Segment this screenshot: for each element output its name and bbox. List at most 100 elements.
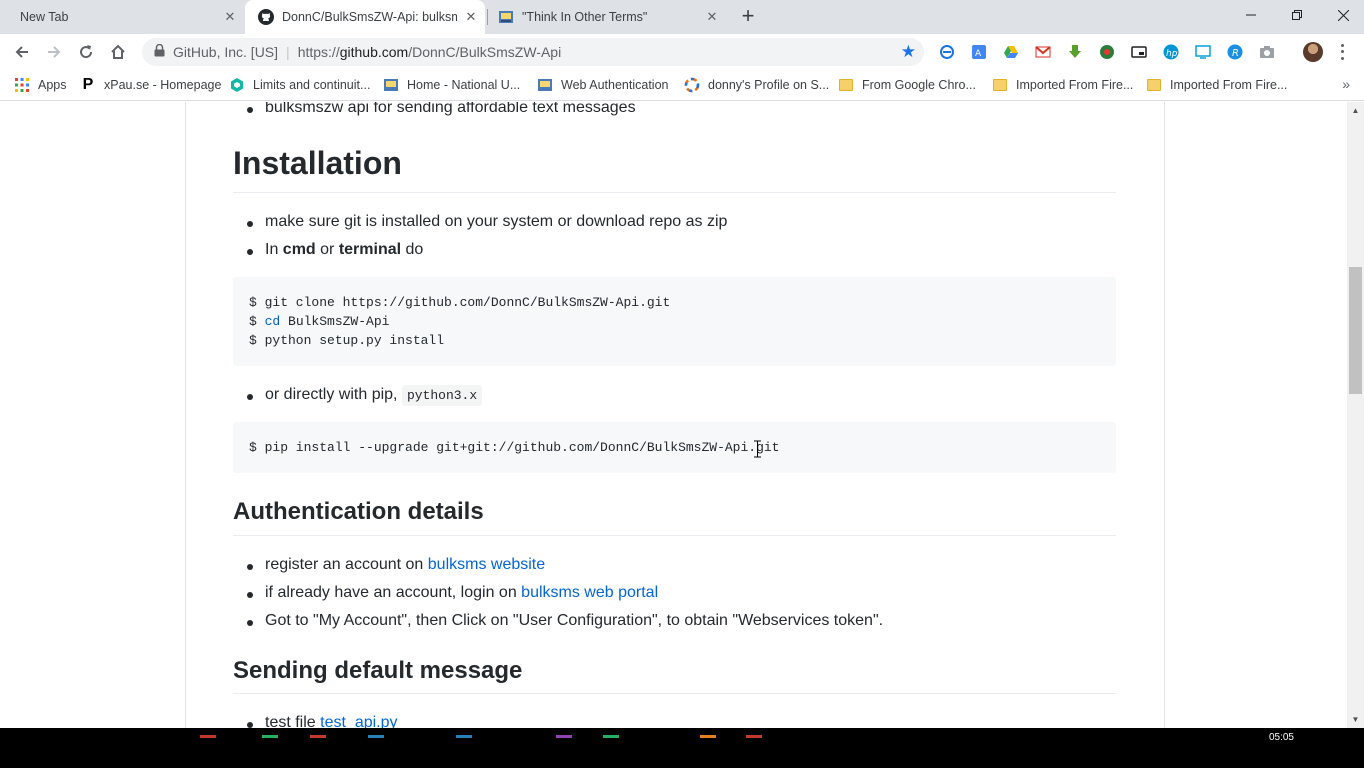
taskbar-clock[interactable]: 05:05: [1269, 732, 1294, 743]
p-logo-icon: P: [82, 76, 94, 93]
google-drive-icon[interactable]: [1001, 42, 1021, 62]
bookmark-star-icon[interactable]: ★: [901, 42, 916, 62]
heading-divider: [233, 535, 1116, 536]
hexagon-icon: [229, 77, 245, 93]
bookmark-national-u[interactable]: Home - National U...: [383, 76, 520, 94]
heading-installation: Installation: [233, 145, 402, 181]
taskbar-app-icon[interactable]: [262, 735, 278, 738]
translate-extension-icon[interactable]: A: [969, 42, 989, 62]
svg-text:A: A: [975, 49, 982, 59]
close-icon[interactable]: ✕: [222, 9, 238, 25]
tab-title: "Think In Other Terms": [522, 10, 648, 24]
scroll-up-arrow-icon[interactable]: ▲: [1347, 102, 1364, 119]
bookmark-label: Limits and continuit...: [253, 78, 371, 92]
code-block-install[interactable]: $ git clone https://github.com/DonnC/Bul…: [233, 277, 1116, 366]
bold-cmd: cmd: [282, 241, 316, 258]
bookmark-web-authentication[interactable]: Web Authentication: [537, 76, 668, 94]
code-prompt: $: [249, 314, 265, 329]
list-item: In cmd or terminal do: [246, 241, 424, 259]
list-item: register an account on bulksms website: [246, 556, 545, 574]
link-test-api[interactable]: test_api.py: [320, 714, 397, 728]
url-text[interactable]: https://github.com/DonnC/BulkSmsZW-Api: [298, 44, 562, 60]
taskbar-app-icon[interactable]: [746, 735, 762, 738]
camera-icon[interactable]: [1257, 42, 1277, 62]
bookmark-label: Apps: [38, 78, 67, 92]
taskbar-app-icon[interactable]: [200, 735, 216, 738]
hp-icon[interactable]: hp: [1161, 42, 1181, 62]
omnibox-divider: |: [286, 44, 290, 60]
tab-think-in-other-terms[interactable]: "Think In Other Terms" ✕: [488, 0, 726, 34]
taskbar-app-icon[interactable]: [556, 735, 572, 738]
list-item: Got to "My Account", then Click on "User…: [246, 612, 884, 630]
ring-icon: [684, 77, 700, 93]
bold-terminal: terminal: [338, 241, 402, 258]
url-path: /DonnC/BulkSmsZW-Api: [408, 44, 562, 60]
tab-github-repo[interactable]: DonnC/BulkSmsZW-Api: bulksms ✕: [245, 0, 485, 34]
taskbar-app-icon[interactable]: [700, 735, 716, 738]
bookmark-limits[interactable]: Limits and continuit...: [229, 76, 370, 94]
bookmark-label: From Google Chro...: [862, 78, 976, 92]
apps-grid-icon: [14, 77, 30, 93]
scroll-thumb[interactable]: [1349, 267, 1362, 394]
lock-icon[interactable]: [154, 43, 165, 60]
restore-button[interactable]: [1274, 0, 1320, 30]
link-bulksms-web-portal[interactable]: bulksms web portal: [521, 584, 658, 601]
taskbar-app-icon[interactable]: [603, 735, 619, 738]
home-button[interactable]: [106, 40, 130, 64]
taskbar-app-icon[interactable]: [456, 735, 472, 738]
tab-new-tab[interactable]: New Tab ✕: [8, 0, 244, 34]
list-item-text: Got to "My Account", then Click on "User…: [265, 612, 884, 629]
site-icon: [383, 77, 399, 93]
github-icon: [258, 9, 274, 25]
gmail-icon[interactable]: [1033, 42, 1053, 62]
bookmark-label: Imported From Fire...: [1170, 78, 1288, 92]
page-scrollbar[interactable]: ▲ ▼: [1347, 102, 1364, 728]
new-tab-button[interactable]: +: [736, 5, 760, 29]
folder-icon: [992, 77, 1008, 93]
readme-container: [185, 102, 1165, 728]
bookmark-apps[interactable]: Apps: [14, 76, 67, 94]
list-item: test file test_api.py: [247, 714, 398, 728]
bookmark-xpause[interactable]: P xPau.se - Homepage: [80, 76, 222, 94]
download-extension-icon[interactable]: [1065, 42, 1085, 62]
scroll-down-arrow-icon[interactable]: ▼: [1347, 711, 1364, 728]
r-extension-icon[interactable]: R: [1225, 42, 1245, 62]
link-bulksms-website[interactable]: bulksms website: [428, 556, 545, 573]
reload-button[interactable]: [74, 40, 98, 64]
profile-avatar[interactable]: [1303, 42, 1323, 62]
globe-extension-icon[interactable]: [1097, 42, 1117, 62]
svg-text:hp: hp: [1166, 49, 1178, 59]
code-block-pip[interactable]: $ pip install --upgrade git+git://github…: [233, 422, 1116, 473]
address-bar[interactable]: GitHub, Inc. [US] | https://github.com/D…: [142, 38, 924, 66]
back-button[interactable]: [10, 40, 34, 64]
code-line: $ git clone https://github.com/DonnC/Bul…: [249, 295, 671, 310]
taskbar-app-icon[interactable]: [368, 735, 384, 738]
close-window-button[interactable]: [1320, 0, 1364, 30]
more-bookmarks-icon[interactable]: »: [1342, 76, 1350, 92]
code-text: BulkSmsZW-Api: [280, 314, 390, 329]
close-icon[interactable]: ✕: [704, 9, 720, 25]
close-icon[interactable]: ✕: [463, 9, 479, 25]
screen-share-icon[interactable]: [1193, 42, 1213, 62]
site-icon: [537, 77, 553, 93]
bookmark-label: xPau.se - Homepage: [104, 78, 222, 92]
list-item: or directly with pip, python3.x: [246, 385, 483, 406]
bookmark-folder-imported-firefox-1[interactable]: Imported From Fire...: [992, 76, 1133, 94]
url-host: github.com: [339, 44, 409, 60]
bookmark-folder-imported-firefox-2[interactable]: Imported From Fire...: [1146, 76, 1287, 94]
sync-extension-icon[interactable]: [937, 42, 957, 62]
bookmark-donny-profile[interactable]: donny's Profile on S...: [684, 76, 829, 94]
site-icon: [498, 9, 514, 25]
list-item-text: if already have an account, login on: [265, 584, 522, 601]
heading-authentication-details: Authentication details: [233, 498, 484, 525]
forward-button[interactable]: [42, 40, 66, 64]
minimize-button[interactable]: [1228, 0, 1274, 30]
site-identity[interactable]: GitHub, Inc. [US]: [173, 44, 278, 60]
bookmark-folder-google-chrome[interactable]: From Google Chro...: [838, 76, 976, 94]
tab-strip: New Tab ✕ DonnC/BulkSmsZW-Api: bulksms ✕…: [0, 0, 1364, 34]
picture-in-picture-icon[interactable]: [1129, 42, 1149, 62]
taskbar-app-icon[interactable]: [310, 735, 326, 738]
browser-menu-button[interactable]: [1336, 42, 1348, 62]
list-item-text: do: [401, 241, 424, 258]
list-item: bulksmszw api for sending affordable tex…: [247, 102, 636, 117]
